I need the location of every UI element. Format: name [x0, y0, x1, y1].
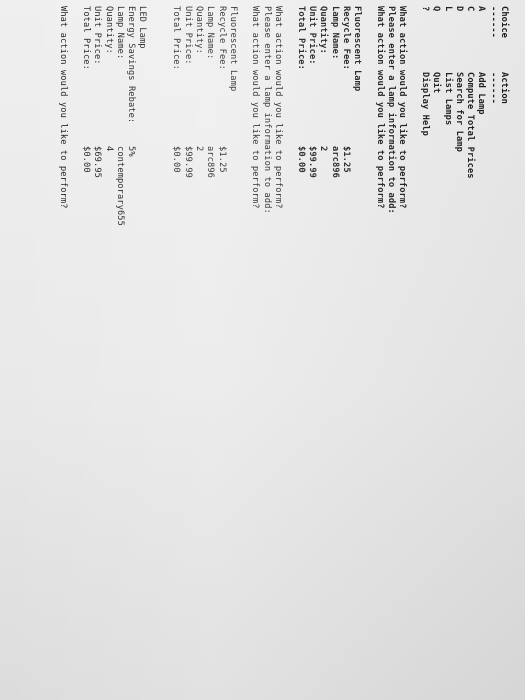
menu-item: L List Lamps: [441, 6, 453, 686]
lamp-field-label: Recycle Fee:: [216, 6, 227, 70]
lamp-field-label: Quantity:: [193, 6, 204, 54]
lamp-field-row: Unit Price: $99.99: [181, 6, 193, 686]
lamp-field-value: 2: [193, 146, 204, 152]
lamp-field-row: Quantity: 4: [102, 6, 114, 686]
prompt-what-action: What action would you like to perform?: [374, 6, 385, 209]
lamp-field-label: Quantity:: [318, 6, 329, 54]
prompt-enter-lamp: Please enter a lamp information to add:: [386, 6, 397, 214]
lamp-field-value: $99.99: [182, 146, 193, 178]
lamp-field-row: Lamp Name: arc896: [204, 6, 215, 686]
lamp-field-label: Total Price:: [171, 6, 182, 70]
prompt-what-action-final: What action would you like to perform?: [58, 6, 69, 209]
console-rotated-view: Choice Action ------ ------ A Add Lamp C Com…: [0, 0, 525, 700]
lamp-field-row: Quantity: 2: [193, 6, 204, 686]
menu-item-choice: Q: [431, 6, 442, 12]
lamp-field-row: Total Price: $0.00: [294, 6, 306, 686]
lamp-field-row: Recycle Fee: $1.25: [215, 6, 227, 686]
lamp-type-heading: LED Lamp: [137, 6, 148, 49]
lamp-field-row: Unit Price: $99.99: [306, 6, 317, 686]
lamp-field-label: Lamp Name:: [205, 6, 216, 60]
lamp-field-row: Lamp Name: contemporary655: [114, 6, 125, 686]
lamp-field-row: Total Price: $0.00: [80, 6, 91, 686]
menu-item: D Search for Lamp: [453, 6, 464, 686]
lamp-field-row: Unit Price: $69.95: [91, 6, 102, 686]
lamp-field-value: $0.00: [295, 146, 306, 173]
lamp-field-value: $1.25: [340, 146, 351, 173]
lamp-field-label: Unit Price:: [182, 6, 193, 65]
menu-item-action: Search for Lamp: [453, 72, 464, 152]
menu-item-choice: ?: [419, 6, 430, 12]
lamp-field-row: Recycle Fee: $1.25: [340, 6, 351, 686]
lamp-field-row: Quantity: 2: [317, 6, 328, 686]
prompt-enter-lamp: Please enter a lamp information to add:: [261, 6, 272, 214]
prompt-what-action: What action would you like to perform?: [397, 6, 408, 209]
lamp-field-label: Quantity:: [103, 6, 114, 54]
menu-item: C Compute Total Prices: [464, 6, 475, 686]
menu-header-row: Choice Action: [498, 6, 509, 686]
console-output: Choice Action ------ ------ A Add Lamp C Com…: [57, 6, 509, 686]
menu-item: Q Quit: [430, 6, 441, 686]
menu-header-action: Action: [499, 72, 509, 104]
lamp-field-value: $1.25: [216, 146, 227, 173]
lamp-field-value: $0.00: [171, 146, 182, 173]
menu-item: ? Display Help: [419, 6, 430, 686]
menu-item-choice: A: [476, 6, 487, 12]
menu-item-action: Add Lamp: [476, 72, 487, 115]
lamp-field-value: contemporary655: [114, 146, 125, 226]
lamp-field-row: Total Price: $0.00: [170, 6, 181, 686]
lamp-field-value: $69.95: [92, 146, 103, 178]
lamp-field-value: $0.00: [81, 146, 92, 173]
lamp-field-label: Energy Savings Rebate:: [126, 6, 137, 124]
lamp-field-label: Lamp Name:: [114, 6, 125, 60]
prompt-what-action: What action would you like to perform?: [273, 6, 284, 209]
lamp-field-label: Lamp Name:: [329, 6, 340, 60]
lamp-type-heading: Fluorescent Lamp: [227, 6, 238, 92]
lamp-field-label: Total Price:: [81, 6, 92, 70]
lamp-field-label: Recycle Fee:: [340, 6, 351, 70]
menu-item-action: Display Help: [419, 72, 430, 136]
menu-item-action: Compute Total Prices: [465, 72, 476, 179]
menu-header-choice: Choice: [499, 6, 509, 38]
menu-item-choice: C: [465, 6, 476, 12]
lamp-field-label: Total Price:: [295, 6, 306, 70]
menu-item-action: Quit: [431, 72, 442, 94]
lamp-field-value: 2: [318, 146, 329, 152]
lamp-field-label: Unit Price:: [92, 6, 103, 65]
menu-item-action: List Lamps: [442, 72, 453, 126]
menu-underline-action: ------: [487, 72, 498, 104]
lamp-field-value: $99.99: [306, 146, 317, 178]
menu-underline-choice: ------: [487, 6, 498, 38]
menu-header-underline: ------ ------: [486, 6, 498, 686]
lamp-field-label: Unit Price:: [306, 6, 317, 65]
menu-item: A Add Lamp: [475, 6, 486, 686]
menu-item-choice: L: [442, 6, 453, 12]
lamp-field-value: arc896: [329, 146, 340, 178]
lamp-field-row: Energy Savings Rebate: 5%: [125, 6, 136, 686]
lamp-type-heading: Fluorescent Lamp: [352, 6, 363, 92]
lamp-field-value: 4: [103, 146, 114, 152]
menu-item-choice: D: [453, 6, 464, 12]
prompt-what-action: What action would you like to perform?: [250, 6, 261, 209]
lamp-field-value: arc896: [205, 146, 216, 178]
lamp-field-row: Lamp Name: arc896: [328, 6, 340, 686]
lamp-field-value: 5%: [126, 146, 137, 157]
